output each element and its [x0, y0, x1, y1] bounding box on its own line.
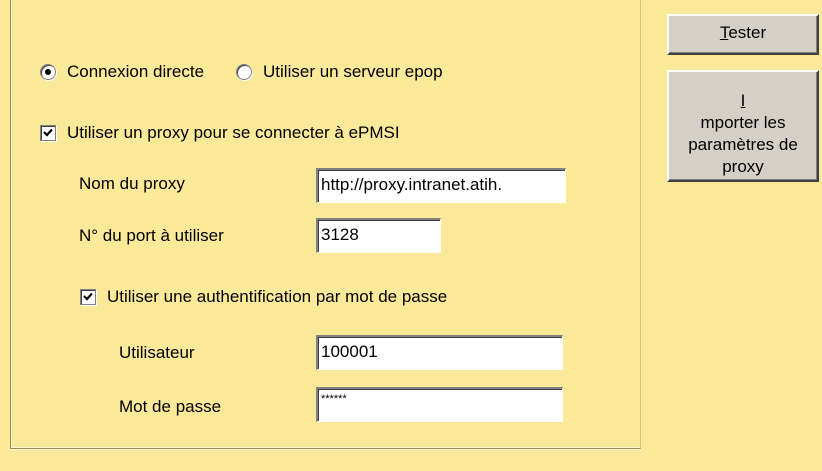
proxy-port-input[interactable]: 3128: [316, 218, 441, 253]
proxy-name-label: Nom du proxy: [79, 174, 185, 193]
proxy-port-label: N° du port à utiliser: [79, 226, 224, 245]
proxy-settings-dialog: Connexion directe Utiliser un serveur ep…: [0, 0, 822, 471]
import-line-3: proxy: [722, 157, 764, 176]
panel-bottom-highlight: [10, 449, 641, 450]
connection-type-group: Connexion directe Utiliser un serveur ep…: [40, 60, 473, 84]
proxy-name-input[interactable]: http://proxy.intranet.atih.: [316, 168, 566, 203]
use-proxy-checkbox-row[interactable]: Utiliser un proxy pour se connecter à eP…: [40, 121, 400, 145]
checkmark-icon: [83, 292, 93, 301]
radio-button-unchecked-icon[interactable]: [236, 64, 253, 80]
username-input[interactable]: 100001: [316, 335, 563, 370]
import-line-1-rest: mporter les: [700, 113, 786, 132]
username-label: Utilisateur: [119, 343, 195, 362]
import-proxy-settings-button[interactable]: Importer les paramètres de proxy: [667, 70, 819, 182]
radio-direct-connection[interactable]: Connexion directe: [40, 62, 204, 82]
radio-button-checked-icon[interactable]: [40, 64, 56, 80]
radio-epop-server[interactable]: Utiliser un serveur epop: [236, 62, 443, 82]
password-label: Mot de passe: [119, 397, 222, 416]
radio-direct-label: Connexion directe: [67, 62, 205, 81]
action-button-column: Tester Importer les paramètres de proxy: [652, 0, 822, 471]
tester-button[interactable]: Tester: [667, 14, 819, 55]
checkmark-icon: [43, 128, 53, 137]
tester-label-rest: ester: [728, 23, 767, 42]
import-line-2: paramètres de: [688, 135, 798, 154]
use-auth-checkbox[interactable]: [80, 289, 96, 305]
import-line-1: Importer les: [669, 90, 817, 134]
use-auth-label: Utiliser une authentification par mot de…: [107, 287, 448, 306]
use-auth-checkbox-row[interactable]: Utiliser une authentification par mot de…: [80, 285, 447, 309]
password-input[interactable]: ******: [316, 387, 563, 422]
use-proxy-label: Utiliser un proxy pour se connecter à eP…: [67, 123, 400, 142]
radio-epop-label: Utiliser un serveur epop: [263, 62, 443, 81]
import-mnemonic: I: [740, 91, 746, 110]
use-proxy-checkbox[interactable]: [40, 125, 56, 141]
